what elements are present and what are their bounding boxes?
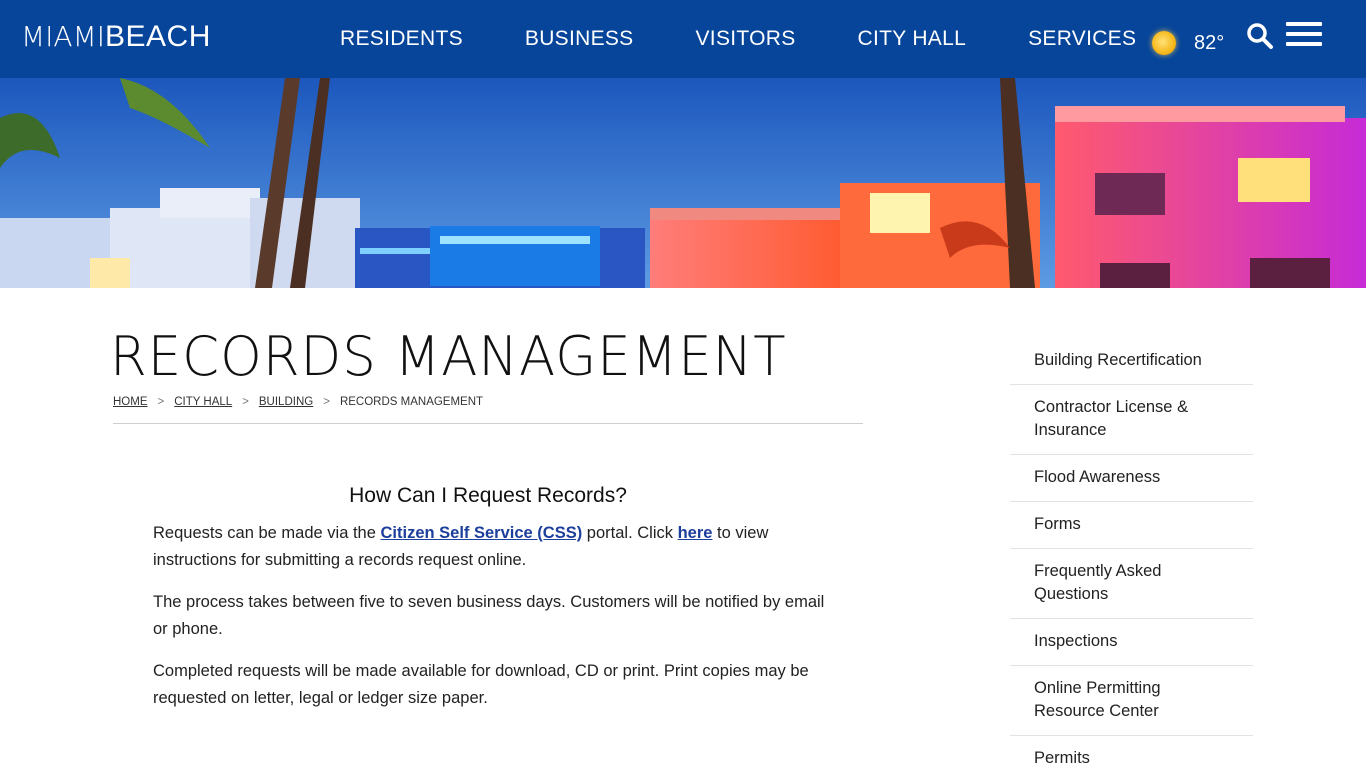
sidebar-item-building-recertification[interactable]: Building Recertification [1010, 338, 1253, 385]
sidebar-item-flood-awareness[interactable]: Flood Awareness [1010, 455, 1253, 502]
menu-bar [1286, 32, 1322, 36]
search-button[interactable] [1246, 22, 1274, 50]
logo-text-miami: MIAMI [21, 20, 105, 53]
site-header: MIAMIBEACH RESIDENTS BUSINESS VISITORS C… [0, 0, 1366, 78]
hero-banner-image [0, 78, 1366, 288]
temperature: 82° [1194, 31, 1225, 54]
instructions-here-link[interactable]: here [678, 524, 713, 542]
breadcrumb-separator: > [157, 396, 165, 408]
breadcrumb-current: RECORDS MANAGEMENT [339, 396, 484, 408]
page-title: RECORDS MANAGEMENT [110, 325, 787, 388]
paragraph-text: Requests can be made via the [153, 524, 381, 542]
hamburger-menu-button[interactable] [1286, 22, 1322, 50]
sidebar-item-faq[interactable]: Frequently Asked Questions [1010, 549, 1253, 619]
nav-residents[interactable]: RESIDENTS [340, 27, 463, 51]
citizen-self-service-link[interactable]: Citizen Self Service (CSS) [380, 524, 582, 542]
site-logo[interactable]: MIAMIBEACH [21, 20, 211, 54]
nav-visitors[interactable]: VISITORS [696, 27, 796, 51]
sidebar-item-contractor-license[interactable]: Contractor License & Insurance [1010, 385, 1253, 455]
weather-widget[interactable]: 82° [1152, 24, 1224, 56]
search-icon [1247, 23, 1273, 49]
breadcrumb-building[interactable]: BUILDING [259, 396, 313, 408]
hero-illustration [0, 78, 1366, 288]
breadcrumb-city-hall[interactable]: CITY HALL [174, 396, 232, 408]
sidebar-item-permits[interactable]: Permits [1010, 736, 1253, 768]
breadcrumb: HOME > CITY HALL > BUILDING > RECORDS MA… [113, 396, 863, 424]
nav-city-hall[interactable]: CITY HALL [858, 27, 967, 51]
sidebar-item-inspections[interactable]: Inspections [1010, 619, 1253, 666]
breadcrumb-home[interactable]: HOME [113, 396, 148, 408]
sidebar-nav: Building Recertification Contractor Lice… [1010, 338, 1253, 768]
paragraph-text: portal. Click [582, 524, 678, 542]
section-heading: How Can I Request Records? [349, 484, 627, 507]
breadcrumb-separator: > [323, 396, 330, 408]
paragraph-delivery-options: Completed requests will be made availabl… [153, 662, 809, 707]
paragraph-processing-time: The process takes between five to seven … [153, 593, 825, 638]
menu-bar [1286, 22, 1322, 26]
menu-bar [1286, 42, 1322, 46]
logo-text-beach: BEACH [105, 20, 211, 53]
sidebar-item-forms[interactable]: Forms [1010, 502, 1253, 549]
nav-services[interactable]: SERVICES [1028, 27, 1136, 51]
paragraph-request-method: Requests can be made via the Citizen Sel… [153, 520, 825, 574]
sidebar-item-online-permitting[interactable]: Online Permitting Resource Center [1010, 666, 1253, 736]
nav-business[interactable]: BUSINESS [525, 27, 634, 51]
main-nav: RESIDENTS BUSINESS VISITORS CITY HALL SE… [340, 0, 1198, 78]
sun-icon [1152, 31, 1176, 55]
breadcrumb-separator: > [242, 396, 249, 408]
